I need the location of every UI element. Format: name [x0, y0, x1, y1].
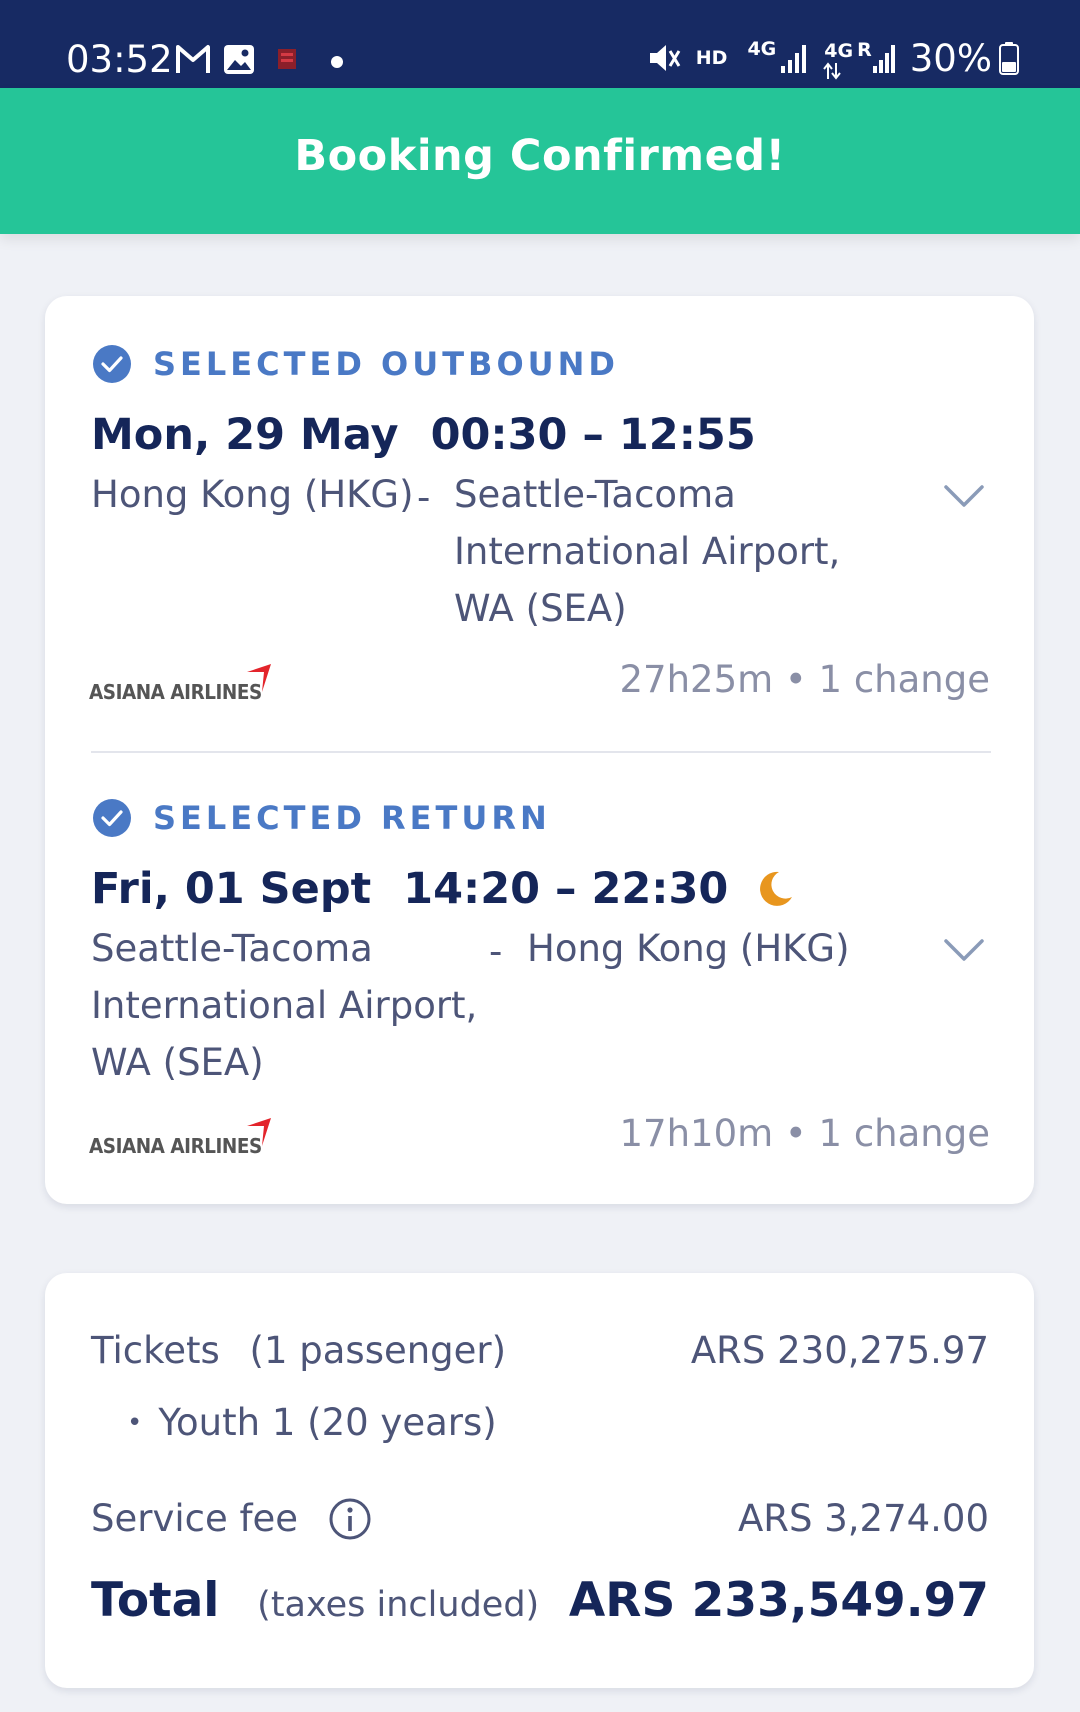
tickets-row: Tickets (1 passenger) ARS 230,275.97 [91, 1329, 989, 1372]
flights-card: SELECTED OUTBOUND Mon, 29 May 00:30 – 12:… [45, 296, 1034, 1204]
notification-dot-icon [331, 56, 343, 68]
outbound-to: Seattle-Tacoma International Airport, WA… [454, 466, 840, 637]
page-title: Booking Confirmed! [294, 131, 786, 181]
outbound-to-line-2: International Airport, [454, 530, 841, 573]
youth-row: • Youth 1 (20 years) [127, 1401, 497, 1444]
outbound-separator: - [417, 476, 431, 519]
outbound-from: Hong Kong (HKG) [91, 473, 414, 516]
bullet: • [127, 1408, 143, 1438]
status-time: 03:52 [66, 38, 173, 81]
outbound-duration: 27h25m • 1 change [619, 658, 990, 701]
return-from: Seattle-Tacoma International Airport, WA… [91, 920, 477, 1091]
outbound-to-line-3: WA (SEA) [454, 587, 627, 630]
return-chevron-down-icon[interactable] [942, 936, 986, 964]
return-separator: - [489, 930, 503, 973]
return-from-line-1: Seattle-Tacoma [91, 927, 373, 970]
info-icon[interactable] [328, 1497, 372, 1541]
outbound-selected-row: SELECTED OUTBOUND [93, 344, 619, 384]
hd-indicator: HD [695, 47, 728, 69]
return-date-time: Fri, 01 Sept 14:20 – 22:30 [91, 864, 795, 914]
return-to: Hong Kong (HKG) [527, 927, 850, 970]
network-type-2: 4G [824, 40, 854, 62]
signal-icon-2 [872, 45, 895, 73]
status-bar: 03:52 HD 4G 4G R 30% [0, 0, 1080, 88]
network-type-1: 4G [747, 38, 777, 60]
service-fee-row: Service fee ARS 3,274.00 [91, 1497, 989, 1541]
outbound-times: 00:30 – 12:55 [430, 410, 756, 460]
app-icon [278, 49, 296, 69]
return-from-line-2: International Airport, [91, 984, 478, 1027]
data-arrows-icon [823, 62, 841, 80]
total-taxes-note: (taxes included) [257, 1585, 540, 1625]
check-circle-icon [93, 799, 131, 837]
return-from-line-3: WA (SEA) [91, 1041, 264, 1084]
asiana-wing-icon [247, 1118, 271, 1146]
outbound-date-time: Mon, 29 May 00:30 – 12:55 [91, 410, 756, 460]
tickets-value: ARS 230,275.97 [690, 1329, 989, 1372]
signal-icon [781, 45, 807, 73]
youth-passenger: Youth 1 (20 years) [158, 1401, 497, 1444]
return-label: SELECTED RETURN [153, 799, 551, 837]
status-right: HD 4G 4G R 30% [646, 36, 1020, 80]
confirmation-header: Booking Confirmed! [0, 88, 1080, 234]
status-left-icons [176, 45, 296, 74]
asiana-wing-icon [247, 664, 271, 692]
battery-icon [999, 42, 1019, 75]
total-row: Total (taxes included) ARS 233,549.97 [91, 1573, 989, 1628]
outbound-to-line-1: Seattle-Tacoma [454, 473, 736, 516]
return-airline-logo: ASIANA AIRLINES [89, 1134, 262, 1158]
outbound-label: SELECTED OUTBOUND [153, 345, 619, 383]
tickets-label: Tickets [91, 1329, 220, 1372]
check-circle-icon [93, 345, 131, 383]
return-selected-row: SELECTED RETURN [93, 798, 551, 838]
service-fee-value: ARS 3,274.00 [737, 1497, 989, 1540]
battery-percent: 30% [909, 36, 992, 80]
outbound-date: Mon, 29 May [91, 410, 399, 460]
outbound-airline-logo: ASIANA AIRLINES [89, 680, 262, 704]
total-value: ARS 233,549.97 [568, 1573, 989, 1628]
mute-icon [649, 45, 681, 71]
outbound-chevron-down-icon[interactable] [942, 482, 986, 510]
tickets-passenger-count: (1 passenger) [249, 1329, 507, 1372]
flight-divider [91, 751, 991, 753]
gmail-icon [176, 45, 210, 73]
return-times: 14:20 – 22:30 [403, 864, 729, 914]
total-label: Total [91, 1573, 220, 1628]
return-date: Fri, 01 Sept [91, 864, 372, 914]
return-duration: 17h10m • 1 change [619, 1112, 990, 1155]
service-fee-label: Service fee [91, 1497, 299, 1540]
roaming-indicator: R [857, 39, 872, 61]
moon-icon [760, 871, 793, 906]
gallery-icon [224, 45, 254, 74]
price-summary-card: Tickets (1 passenger) ARS 230,275.97 • Yo… [45, 1273, 1034, 1688]
